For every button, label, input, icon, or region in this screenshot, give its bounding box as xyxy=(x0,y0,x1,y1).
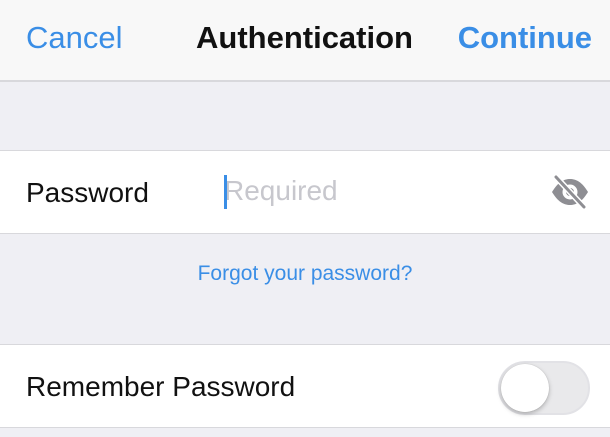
forgot-password-link[interactable]: Forgot your password? xyxy=(0,262,610,286)
cancel-button[interactable]: Cancel xyxy=(26,20,123,56)
password-row: Password xyxy=(0,150,610,234)
page-title: Authentication xyxy=(196,20,413,55)
password-label: Password xyxy=(26,177,149,208)
remember-password-row: Remember Password xyxy=(0,344,610,428)
remember-password-label: Remember Password xyxy=(26,371,296,402)
remember-password-toggle[interactable] xyxy=(498,361,590,415)
password-field[interactable] xyxy=(222,171,524,211)
toggle-knob xyxy=(501,364,549,412)
text-cursor xyxy=(224,175,227,209)
continue-button[interactable]: Continue xyxy=(458,20,592,56)
eye-slash-icon[interactable] xyxy=(550,174,590,210)
navigation-bar: Cancel Authentication Continue xyxy=(0,0,610,82)
